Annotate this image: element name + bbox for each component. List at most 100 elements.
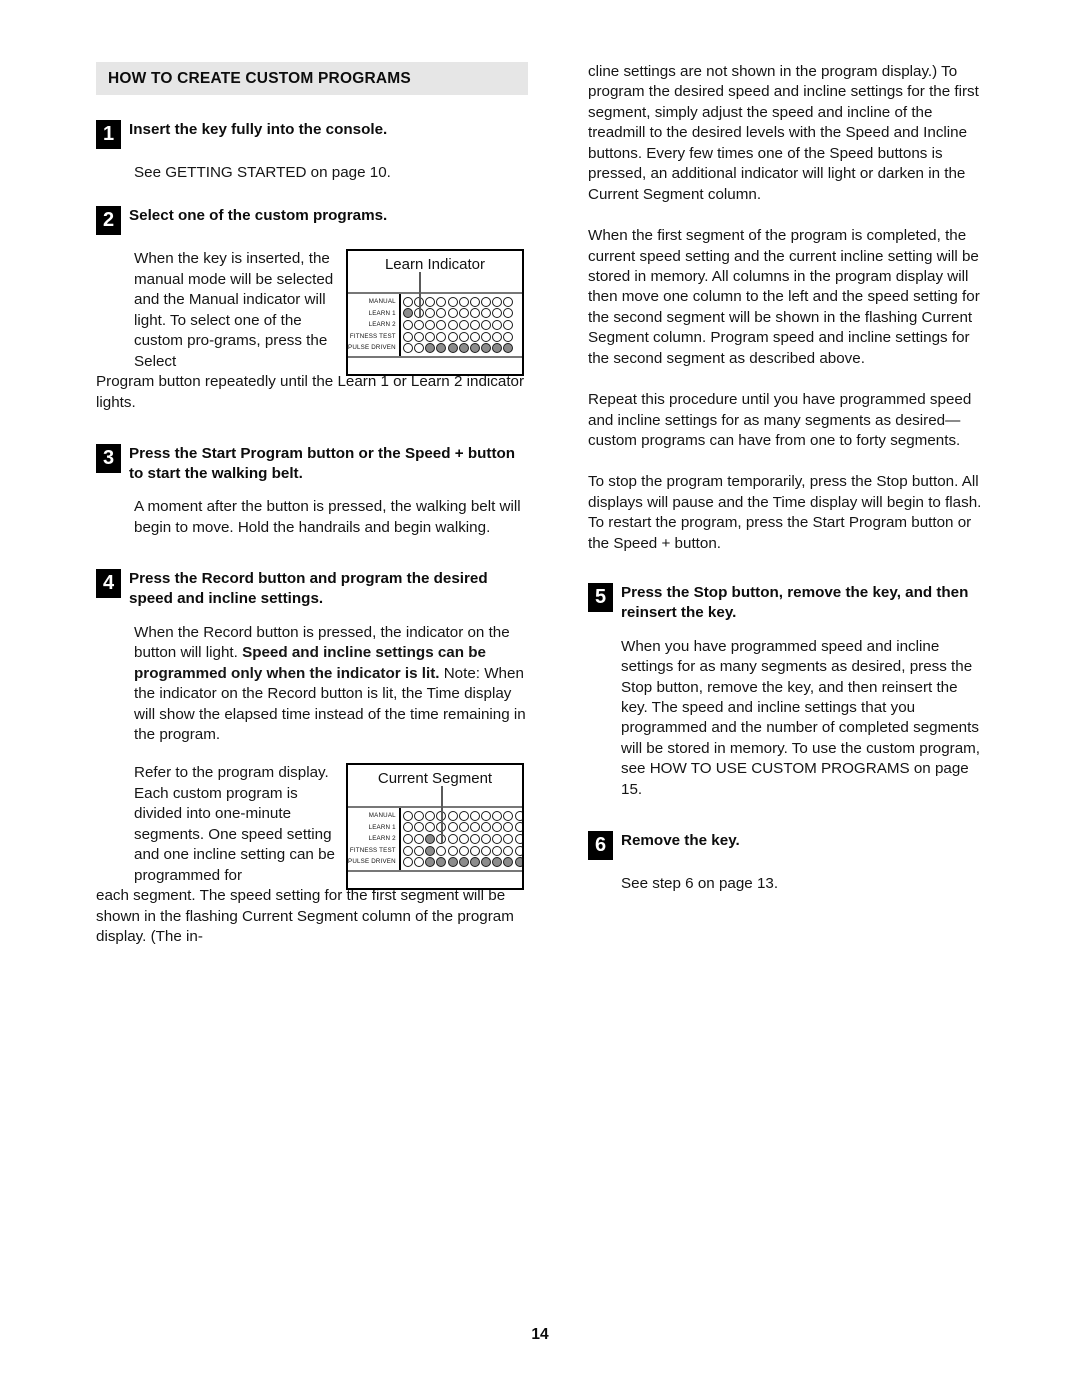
led-off-icon	[481, 296, 492, 307]
step-3: 3 Press the Start Program button or the …	[96, 443, 528, 484]
led-off-icon	[458, 833, 469, 844]
led-off-icon	[402, 845, 413, 856]
step-6: 6 Remove the key.	[588, 830, 988, 861]
led-off-icon	[413, 833, 424, 844]
led-off-icon	[492, 308, 503, 319]
step-title: Press the Stop button, remove the key, a…	[621, 584, 969, 621]
led-off-icon	[402, 833, 413, 844]
led-off-icon	[514, 822, 522, 833]
figure-row-label: LEARN 1	[368, 309, 396, 317]
step-number-badge: 3	[96, 443, 121, 473]
led-off-icon	[458, 296, 469, 307]
led-off-icon	[425, 810, 436, 821]
led-on-icon	[481, 857, 492, 868]
figure-caption: Current Segment	[377, 770, 493, 788]
led-off-icon	[514, 810, 522, 821]
led-off-icon	[492, 833, 503, 844]
right-paragraph-1: cline settings are not shown in the prog…	[588, 63, 979, 203]
led-off-icon	[425, 331, 436, 342]
led-off-icon	[481, 822, 492, 833]
led-on-icon	[436, 857, 447, 868]
figure-footer-strip	[348, 358, 522, 374]
led-off-icon	[413, 857, 424, 868]
step-4-body-note: When the Record button is pressed, the i…	[134, 623, 528, 746]
step-4-body-wrap: Refer to the program display. Each custo…	[134, 764, 335, 884]
step-number-badge: 4	[96, 569, 121, 599]
led-on-icon	[469, 857, 480, 868]
figure-arrow-area	[348, 785, 522, 844]
led-off-icon	[469, 319, 480, 330]
led-off-icon	[402, 343, 413, 354]
figure-row-labels: MANUAL LEARN 1 LEARN 2 FITNESS TEST PULSE DR…	[348, 807, 401, 870]
figure-led-row	[402, 833, 522, 845]
led-off-icon	[458, 308, 469, 319]
step-2: 2 Select one of the custom programs.	[96, 205, 528, 236]
led-off-icon	[425, 822, 436, 833]
led-off-icon	[447, 822, 458, 833]
step-1-body: See GETTING STARTED on page 10.	[134, 164, 391, 181]
led-off-icon	[402, 296, 413, 307]
pointer-arrow	[441, 785, 444, 844]
led-on-icon	[458, 343, 469, 354]
led-off-icon	[447, 308, 458, 319]
led-off-icon	[481, 833, 492, 844]
figure-led-row	[402, 342, 522, 354]
page-title: HOW TO CREATE CUSTOM PROGRAMS	[108, 69, 411, 87]
led-on-icon	[425, 845, 436, 856]
led-on-icon	[447, 857, 458, 868]
led-off-icon	[492, 810, 503, 821]
led-on-icon	[425, 833, 436, 844]
step-title: Press the Record button and program the …	[129, 570, 488, 608]
step-title: Insert the key fully into the console.	[129, 121, 388, 138]
figure-row-label: LEARN 2	[368, 835, 396, 843]
led-off-icon	[447, 833, 458, 844]
section-header-bar: HOW TO CREATE CUSTOM PROGRAMS	[96, 62, 528, 95]
led-off-icon	[469, 296, 480, 307]
led-off-icon	[469, 331, 480, 342]
step-4-body-full: each segment. The speed setting for the …	[96, 887, 514, 945]
figure-led-row	[402, 331, 522, 343]
led-off-icon	[458, 845, 469, 856]
right-paragraph-4: To stop the program temporarily, press t…	[588, 473, 982, 552]
led-off-icon	[481, 319, 492, 330]
led-off-icon	[469, 308, 480, 319]
led-on-icon	[458, 857, 469, 868]
led-off-icon	[436, 296, 447, 307]
led-on-icon	[492, 857, 503, 868]
led-on-icon	[402, 308, 413, 319]
led-off-icon	[492, 822, 503, 833]
led-off-icon	[413, 810, 424, 821]
led-off-icon	[447, 845, 458, 856]
step-number-badge: 6	[588, 831, 613, 861]
led-off-icon	[413, 343, 424, 354]
step-4-body-block: Current Segment MANUAL LEARN 1 LEARN 2 FITN…	[96, 763, 528, 947]
step-number-badge: 2	[96, 206, 121, 236]
led-off-icon	[469, 833, 480, 844]
figure-led-row	[402, 845, 522, 857]
led-off-icon	[436, 331, 447, 342]
led-on-icon	[436, 343, 447, 354]
figure-row-label: PULSE DRIVEN	[348, 344, 396, 352]
led-off-icon	[447, 319, 458, 330]
led-on-icon	[425, 343, 436, 354]
step-5-body: When you have programmed speed and incli…	[621, 637, 981, 798]
led-on-icon	[503, 343, 514, 354]
step-title: Select one of the custom programs.	[129, 207, 388, 225]
step-number-badge: 1	[96, 120, 121, 149]
led-off-icon	[447, 810, 458, 821]
led-off-icon	[469, 822, 480, 833]
step-6-body: See step 6 on page 13.	[621, 875, 779, 893]
led-off-icon	[458, 319, 469, 330]
figure-arrow-area	[348, 271, 522, 318]
led-off-icon	[469, 845, 480, 856]
figure-row-label: LEARN 2	[368, 321, 396, 329]
led-off-icon	[481, 845, 492, 856]
led-off-icon	[503, 308, 514, 319]
led-off-icon	[458, 822, 469, 833]
led-off-icon	[492, 319, 503, 330]
led-off-icon	[402, 822, 413, 833]
led-off-icon	[492, 331, 503, 342]
led-off-icon	[458, 810, 469, 821]
step-2-body-wrap: When the key is inserted, the manual mod…	[134, 250, 334, 370]
figure-led-row	[402, 319, 522, 331]
